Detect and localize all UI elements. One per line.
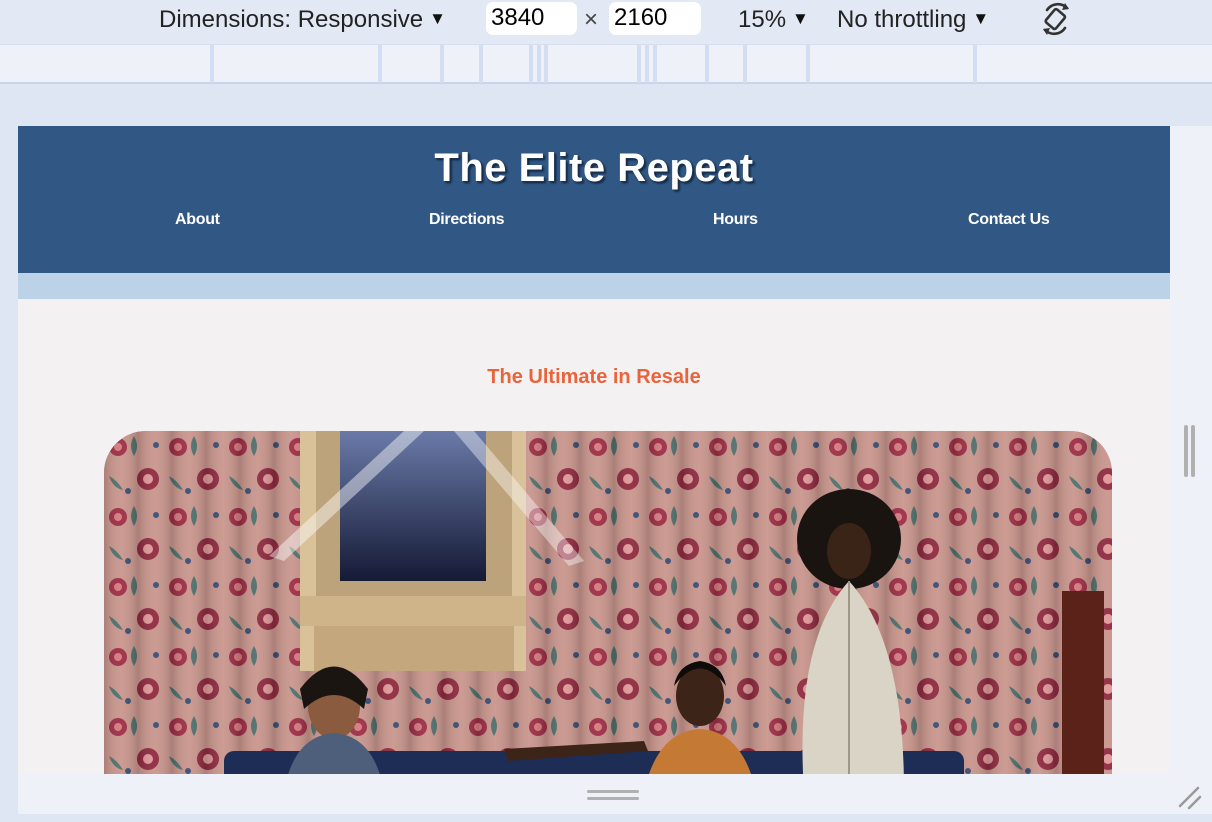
width-input[interactable]: 3840	[486, 2, 577, 35]
rotate-device-icon[interactable]	[1037, 0, 1075, 38]
right-resize-handle[interactable]	[1184, 425, 1188, 477]
right-resize-handle[interactable]	[1191, 425, 1195, 477]
throttling-dropdown[interactable]: No throttling ▼	[837, 5, 989, 34]
dropdown-arrow-icon: ▼	[972, 9, 990, 28]
nav-link-about[interactable]: About	[175, 211, 220, 229]
media-query-ruler	[0, 44, 1212, 84]
throttling-label: No throttling	[837, 6, 967, 33]
nav-link-contact-us[interactable]: Contact Us	[968, 211, 1050, 229]
dimensions-label: Dimensions: Responsive	[159, 6, 424, 33]
corner-resize-icon[interactable]	[1176, 784, 1204, 812]
tagline: The Ultimate in Resale	[487, 366, 701, 388]
site-title: The Elite Repeat	[434, 146, 754, 190]
dropdown-arrow-icon: ▼	[792, 9, 809, 28]
height-input[interactable]: 2160	[609, 2, 701, 35]
dropdown-arrow-icon: ▼	[429, 9, 446, 28]
bottom-resize-panel	[18, 774, 1212, 814]
dimensions-dropdown[interactable]: Dimensions: Responsive ▼	[159, 5, 446, 34]
site-header: The Elite Repeat About Directions Hours …	[18, 126, 1170, 273]
zoom-label: 15%	[738, 6, 787, 33]
times-icon: ×	[584, 6, 599, 33]
nav-link-hours[interactable]: Hours	[713, 211, 758, 229]
nav-link-directions[interactable]: Directions	[429, 211, 505, 229]
hero-image	[104, 431, 1112, 774]
page-viewport: The Elite Repeat About Directions Hours …	[18, 126, 1170, 774]
devtools-toolbar: Dimensions: Responsive ▼ 3840 × 2160 15% ▼…	[0, 0, 1212, 44]
main-nav: About Directions Hours Contact Us	[18, 191, 1170, 251]
hero-photo-illustration	[104, 431, 1112, 774]
sub-header-band	[18, 273, 1170, 299]
zoom-dropdown[interactable]: 15% ▼	[738, 5, 809, 34]
bottom-resize-handle[interactable]	[587, 797, 639, 800]
bottom-resize-handle[interactable]	[587, 790, 639, 793]
